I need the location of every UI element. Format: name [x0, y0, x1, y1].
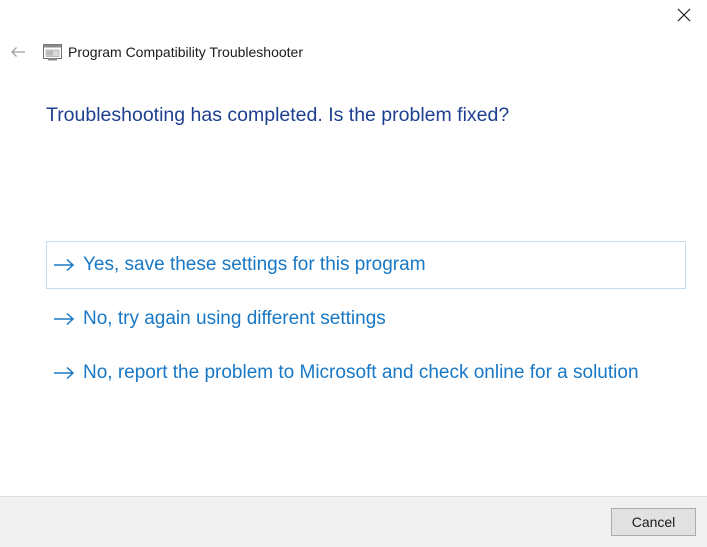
close-button[interactable] [661, 0, 707, 30]
back-arrow-icon [11, 47, 25, 57]
title-bar: Program Compatibility Troubleshooter [0, 38, 303, 66]
back-button[interactable] [2, 38, 34, 66]
option-label: Yes, save these settings for this progra… [83, 254, 426, 275]
window-title: Program Compatibility Troubleshooter [68, 44, 303, 60]
arrow-right-icon [53, 309, 77, 329]
troubleshooter-app-icon [42, 42, 62, 62]
troubleshooter-window: Program Compatibility Troubleshooter Tro… [0, 0, 707, 547]
option-label: No, try again using different settings [83, 308, 386, 329]
option-no-try-again[interactable]: No, try again using different settings [46, 295, 686, 343]
close-icon [677, 8, 691, 22]
option-yes-save-settings[interactable]: Yes, save these settings for this progra… [46, 241, 686, 289]
footer-bar: Cancel [0, 496, 707, 547]
arrow-right-icon [53, 363, 77, 383]
arrow-right-icon [53, 255, 77, 275]
option-no-report-problem[interactable]: No, report the problem to Microsoft and … [46, 349, 686, 397]
page-heading: Troubleshooting has completed. Is the pr… [46, 104, 510, 126]
cancel-button[interactable]: Cancel [611, 508, 696, 536]
option-label: No, report the problem to Microsoft and … [83, 362, 639, 383]
